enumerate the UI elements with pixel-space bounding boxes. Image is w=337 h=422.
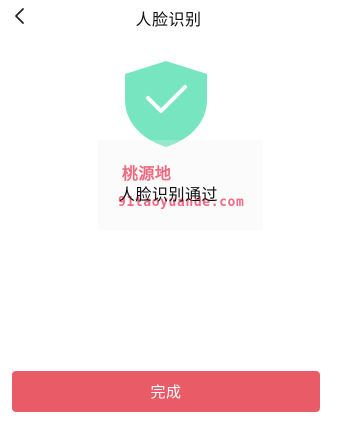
shield-check-icon: [123, 60, 209, 148]
done-button[interactable]: 完成: [12, 371, 320, 412]
page-title: 人脸识别: [135, 10, 202, 29]
face-recognition-page: 人脸识别 桃源地 91taoyuande.com 人脸识别通过 完成: [0, 0, 337, 422]
status-message: 人脸识别通过: [118, 185, 218, 204]
top-bar: 人脸识别: [0, 0, 337, 34]
